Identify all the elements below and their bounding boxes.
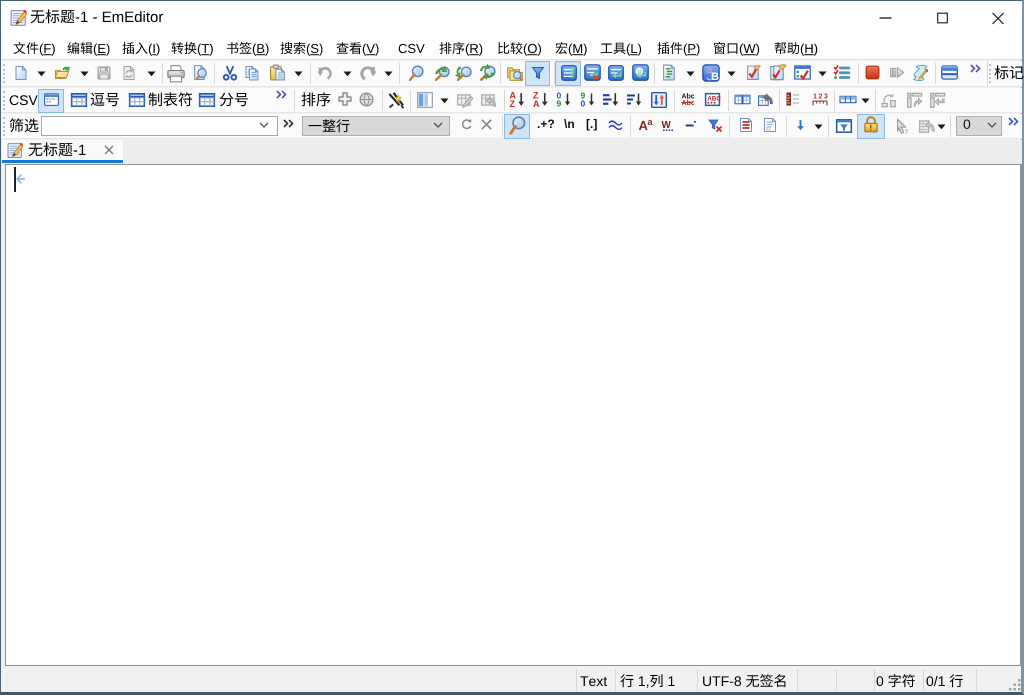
svg-text:B: B [711, 71, 719, 83]
svg-text:ABC: ABC [707, 96, 721, 103]
svg-text:a: a [648, 117, 654, 127]
svg-text:Z: Z [510, 99, 516, 108]
svg-text:A: A [533, 99, 540, 108]
svg-text:123: 123 [813, 93, 829, 100]
svg-text:Abc: Abc [681, 100, 694, 107]
svg-text:0: 0 [581, 99, 586, 109]
svg-text:W: W [661, 120, 671, 131]
svg-text:!: ! [870, 123, 873, 132]
svg-text:9: 9 [557, 99, 562, 109]
